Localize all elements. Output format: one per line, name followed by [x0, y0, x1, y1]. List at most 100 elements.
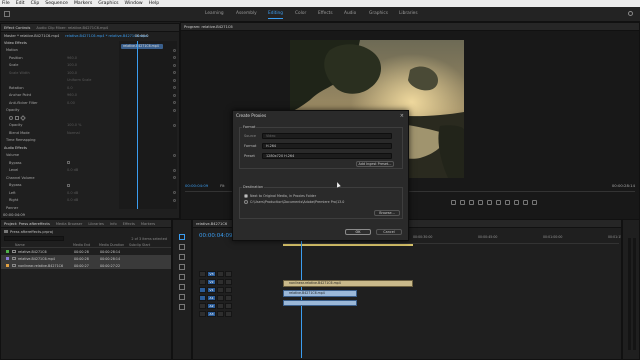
- keyframe-icon[interactable]: [173, 93, 176, 97]
- property-row[interactable]: Level 0.0 dB: [1, 167, 179, 175]
- zoom-select[interactable]: Fit: [220, 183, 224, 188]
- eye-icon[interactable]: [225, 295, 232, 301]
- track-target-toggle[interactable]: V3: [207, 271, 216, 277]
- menu-clip[interactable]: Clip: [31, 0, 40, 7]
- property-row[interactable]: Bypass: [1, 182, 179, 190]
- track-select-tool-icon[interactable]: [179, 244, 185, 250]
- menu-window[interactable]: Window: [125, 0, 143, 7]
- workspace-tab-color[interactable]: Color: [295, 11, 306, 16]
- menu-sequence[interactable]: Sequence: [45, 0, 68, 7]
- step-back-icon[interactable]: [478, 200, 483, 205]
- timeline-timecode[interactable]: 00:00:04:09: [199, 233, 233, 239]
- project-list-item[interactable]: relative-B4271C6 00:00:28 00:00:28:14: [1, 248, 171, 255]
- slip-tool-icon[interactable]: [179, 274, 185, 280]
- source-patch-toggle[interactable]: [199, 295, 206, 301]
- menu-graphics[interactable]: Graphics: [98, 0, 118, 7]
- workspace-tab-effects[interactable]: Effects: [318, 11, 333, 16]
- dest-option-2[interactable]: C:\Users\Production\Documents\Adobe\Prem…: [244, 200, 344, 204]
- browse-button[interactable]: Browse...: [374, 210, 400, 216]
- project-search-input[interactable]: [4, 236, 64, 241]
- go-to-out-icon[interactable]: [505, 200, 510, 205]
- track-header[interactable]: A2: [195, 302, 281, 310]
- lock-icon[interactable]: [217, 271, 224, 277]
- menu-help[interactable]: Help: [149, 0, 159, 7]
- timeline-clip-v1[interactable]: relative-B4271C6.mp4: [283, 290, 357, 297]
- column-name[interactable]: Name: [1, 243, 73, 247]
- tab-effect-controls[interactable]: Effect Controls: [4, 26, 30, 30]
- property-row[interactable]: Blend Mode Normal: [1, 129, 179, 137]
- track-target-toggle[interactable]: A3: [207, 311, 216, 317]
- reset-icon[interactable]: [173, 153, 176, 157]
- property-row[interactable]: Opacity 100.0 %: [1, 122, 179, 130]
- menu-file[interactable]: File: [2, 0, 10, 7]
- property-row[interactable]: Scale Width 100.0: [1, 69, 179, 77]
- selection-tool-icon[interactable]: [179, 234, 185, 240]
- source-patch-toggle[interactable]: [199, 271, 206, 277]
- workspace-tab-assembly[interactable]: Assembly: [236, 11, 257, 16]
- workspace-tab-editing[interactable]: Editing: [268, 11, 283, 19]
- workspace-tab-graphics[interactable]: Graphics: [369, 11, 388, 16]
- keyframe-icon[interactable]: [173, 78, 176, 82]
- reset-icon[interactable]: [173, 108, 176, 112]
- tab-effects[interactable]: Effects: [123, 222, 135, 226]
- lock-icon[interactable]: [217, 279, 224, 285]
- step-forward-icon[interactable]: [496, 200, 501, 205]
- reset-icon[interactable]: [173, 176, 176, 180]
- property-row[interactable]: Anti-flicker Filter 0.00: [1, 99, 179, 107]
- menu-edit[interactable]: Edit: [16, 0, 25, 7]
- eye-icon[interactable]: [225, 279, 232, 285]
- eye-icon[interactable]: [225, 311, 232, 317]
- keyframe-icon[interactable]: [173, 86, 176, 90]
- pen-mask-icon[interactable]: [20, 114, 26, 121]
- track-header[interactable]: A3: [195, 310, 281, 318]
- project-list-item[interactable]: nonlinear-relative-B4271C6 00:00:27 00:00:…: [1, 262, 171, 269]
- keyframe-icon[interactable]: [173, 71, 176, 75]
- tab-info[interactable]: Info: [110, 222, 117, 226]
- program-timecode[interactable]: 00:00:04:09: [185, 183, 208, 188]
- timeline-clip-a1[interactable]: [283, 300, 357, 306]
- workspace-tab-audio[interactable]: Audio: [344, 11, 356, 16]
- dest-radio-2[interactable]: [244, 200, 248, 204]
- razor-tool-icon[interactable]: [179, 264, 185, 270]
- rectangle-mask-icon[interactable]: [15, 115, 19, 120]
- track-header[interactable]: V3: [195, 270, 281, 278]
- play-icon[interactable]: [487, 200, 492, 205]
- tab-program[interactable]: Program: relative-B4271C6: [184, 25, 233, 29]
- keyframe-icon[interactable]: [173, 101, 176, 105]
- track-header[interactable]: V1: [195, 286, 281, 294]
- project-list-item[interactable]: relative-B4271C6.mp4 00:00:28 00:00:28:14: [1, 255, 171, 262]
- property-row[interactable]: Rotation 0.0: [1, 84, 179, 92]
- eye-icon[interactable]: [225, 271, 232, 277]
- export-frame-icon[interactable]: [532, 200, 537, 205]
- extract-icon[interactable]: [523, 200, 528, 205]
- property-row[interactable]: Uniform Scale: [1, 77, 179, 85]
- property-row[interactable]: Right 0.0 dB: [1, 197, 179, 205]
- close-icon[interactable]: ×: [400, 113, 404, 119]
- ok-button[interactable]: OK: [345, 229, 371, 235]
- property-row[interactable]: Left 0.0 dB: [1, 189, 179, 197]
- tab-sequence[interactable]: relative-B4271C6: [196, 222, 227, 226]
- reset-icon[interactable]: [173, 48, 176, 52]
- home-icon[interactable]: [4, 11, 10, 17]
- ripple-edit-tool-icon[interactable]: [179, 254, 185, 260]
- keyframe-icon[interactable]: [173, 56, 176, 60]
- menu-markers[interactable]: Markers: [74, 0, 92, 7]
- type-tool-icon[interactable]: [179, 304, 185, 310]
- motion-section[interactable]: Motion: [1, 47, 179, 55]
- lock-icon[interactable]: [217, 303, 224, 309]
- keyframe-icon[interactable]: [173, 198, 176, 202]
- property-row[interactable]: Bypass: [1, 159, 179, 167]
- property-row[interactable]: Scale 100.0: [1, 62, 179, 70]
- lock-icon[interactable]: [217, 287, 224, 293]
- lock-icon[interactable]: [217, 295, 224, 301]
- track-target-toggle[interactable]: V1: [207, 287, 216, 293]
- eye-icon[interactable]: [225, 303, 232, 309]
- mark-in-icon[interactable]: [451, 200, 456, 205]
- tab-audio-clip-mixer[interactable]: Audio Clip Mixer: relative-B4271C6.mp4: [36, 26, 108, 30]
- keyframe-icon[interactable]: [173, 123, 176, 127]
- column-subclip-start[interactable]: Subclip Start: [129, 243, 159, 247]
- source-patch-toggle[interactable]: [199, 279, 206, 285]
- cancel-button[interactable]: Cancel: [376, 229, 402, 235]
- track-target-toggle[interactable]: A2: [207, 303, 216, 309]
- work-area-bar[interactable]: [283, 244, 413, 246]
